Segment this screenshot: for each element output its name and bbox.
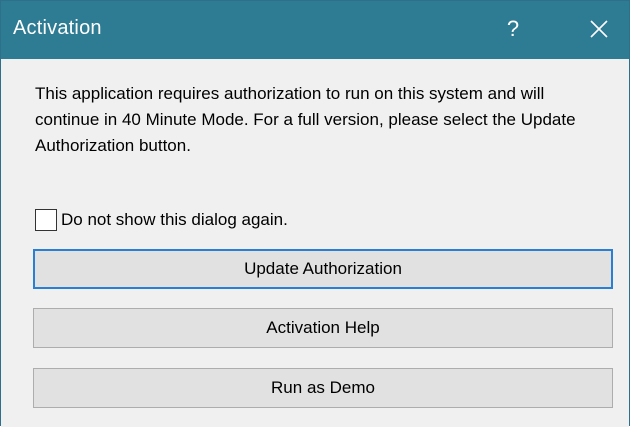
activation-help-button[interactable]: Activation Help bbox=[33, 308, 613, 348]
dialog-content: This application requires authorization … bbox=[1, 59, 629, 427]
title-bar[interactable]: Activation ? bbox=[1, 1, 629, 59]
close-icon bbox=[590, 20, 608, 38]
dont-show-again-row[interactable]: Do not show this dialog again. bbox=[35, 207, 288, 233]
run-as-demo-button[interactable]: Run as Demo bbox=[33, 368, 613, 408]
close-button[interactable] bbox=[581, 11, 617, 47]
activation-dialog: Activation ? This application requires a… bbox=[0, 0, 630, 427]
dont-show-again-label[interactable]: Do not show this dialog again. bbox=[61, 210, 288, 230]
dont-show-again-checkbox[interactable] bbox=[35, 209, 57, 231]
help-button[interactable]: ? bbox=[495, 9, 531, 49]
update-authorization-button[interactable]: Update Authorization bbox=[33, 249, 613, 289]
window-title: Activation bbox=[13, 17, 102, 39]
authorization-message: This application requires authorization … bbox=[35, 84, 576, 155]
